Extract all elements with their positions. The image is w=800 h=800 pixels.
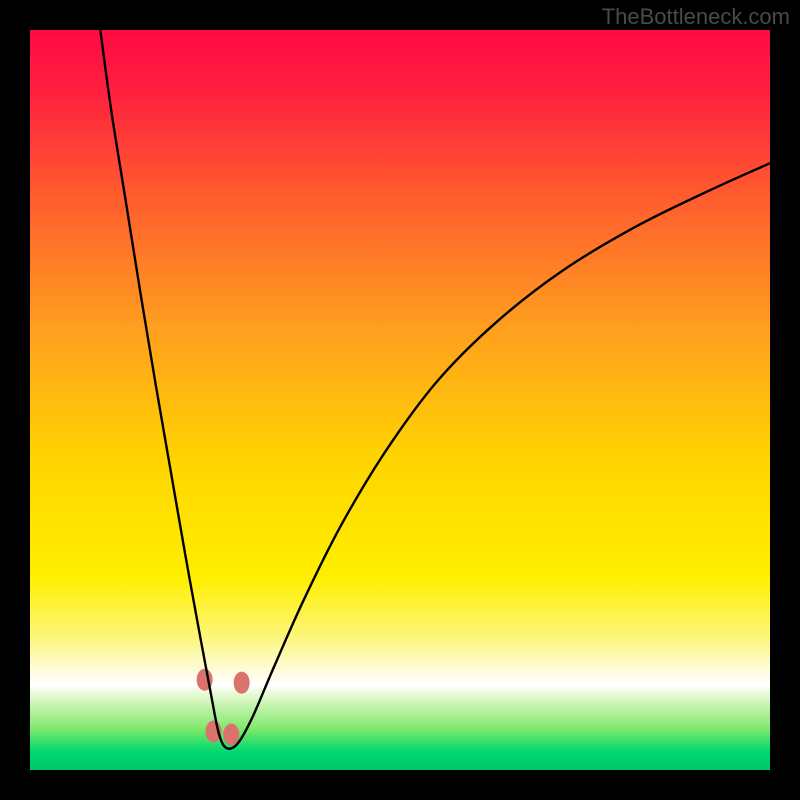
curve-marker [234, 672, 250, 694]
watermark-text: TheBottleneck.com [602, 4, 790, 30]
bottleneck-chart [30, 30, 770, 770]
gradient-background [30, 30, 770, 770]
curve-marker [223, 723, 239, 745]
chart-frame: TheBottleneck.com [0, 0, 800, 800]
plot-area [30, 30, 770, 770]
